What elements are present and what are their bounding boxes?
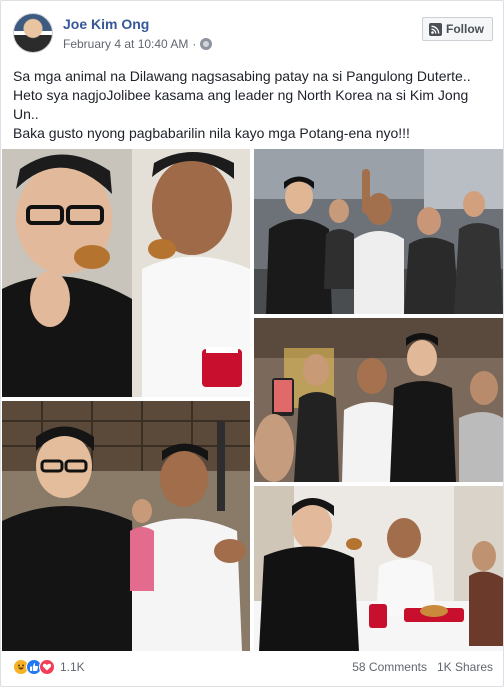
photo-4[interactable]	[2, 401, 250, 651]
engagement-counts: 58 Comments 1K Shares	[352, 660, 493, 674]
post-header: Joe Kim Ong February 4 at 10:40 AM · Fol…	[13, 13, 493, 57]
author-name[interactable]: Joe Kim Ong	[63, 16, 149, 32]
timestamp[interactable]: February 4 at 10:40 AM	[63, 37, 188, 51]
post-card: Joe Kim Ong February 4 at 10:40 AM · Fol…	[0, 0, 504, 687]
comments-link[interactable]: 58 Comments	[352, 660, 427, 674]
globe-icon	[200, 38, 213, 50]
photo-5[interactable]	[254, 486, 503, 651]
love-icon	[39, 659, 55, 675]
post-text-line: Sa mga animal na Dilawang nagsasabing pa…	[13, 68, 471, 84]
post-text-line: Baka gusto nyong pagbabarilin nila kayo …	[13, 125, 410, 141]
post-meta: February 4 at 10:40 AM ·	[63, 37, 213, 51]
reaction-count: 1.1K	[60, 660, 85, 674]
follow-label: Follow	[446, 22, 484, 36]
follow-button[interactable]: Follow	[422, 17, 493, 41]
rss-icon	[429, 22, 442, 36]
shares-link[interactable]: 1K Shares	[437, 660, 493, 674]
post-text-line: Heto sya nagjoJolibee kasama ang leader …	[13, 87, 469, 122]
post-footer: 1.1K 58 Comments 1K Shares	[13, 655, 493, 681]
photo-grid	[2, 149, 503, 651]
reaction-summary[interactable]: 1.1K	[13, 659, 85, 675]
post-text: Sa mga animal na Dilawang nagsasabing pa…	[13, 67, 493, 143]
photo-1[interactable]	[2, 149, 250, 397]
photo-2[interactable]	[254, 149, 503, 314]
avatar[interactable]	[13, 13, 53, 53]
photo-3[interactable]	[254, 318, 503, 482]
